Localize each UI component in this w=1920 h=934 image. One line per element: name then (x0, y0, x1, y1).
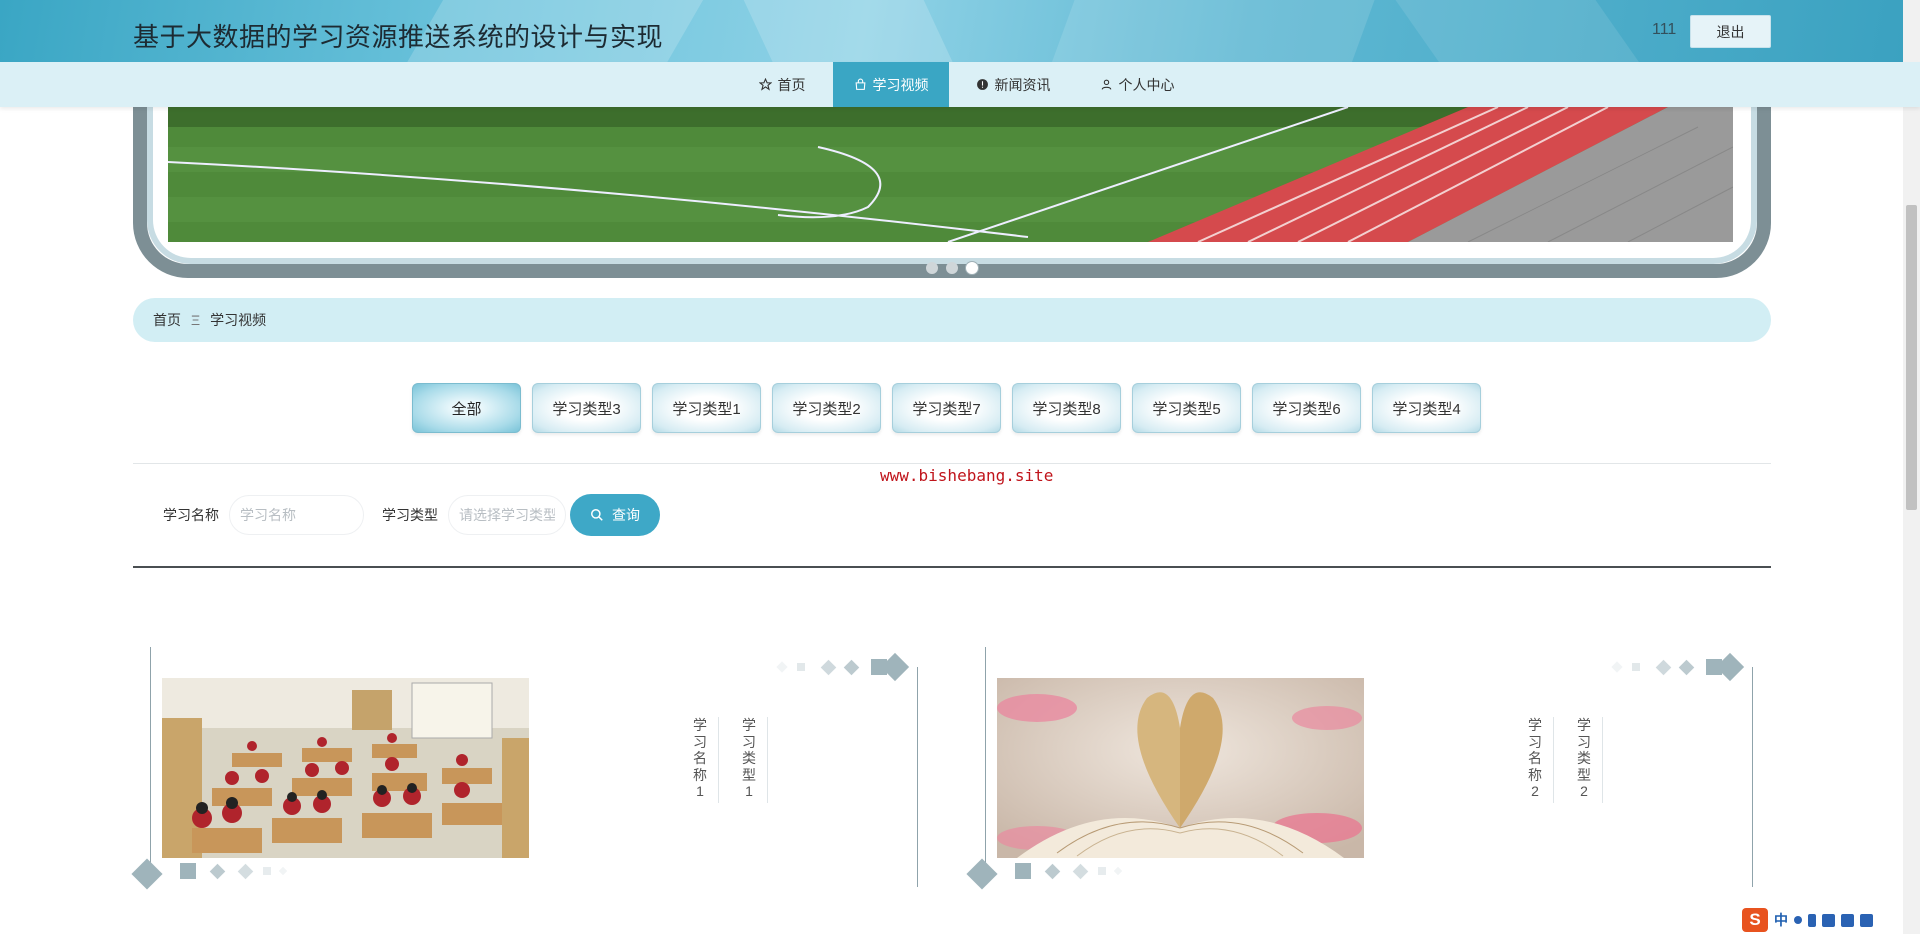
search-icon (591, 509, 603, 521)
category-button[interactable]: 学习类型3 (532, 383, 641, 433)
nav-item-news[interactable]: 新闻资讯 (955, 62, 1071, 107)
query-label: 查询 (612, 507, 640, 523)
nav-label-profile: 个人中心 (1118, 76, 1175, 93)
category-button[interactable]: 学习类型6 (1252, 383, 1361, 433)
card-type: 学习类型1 (742, 717, 756, 799)
category-button[interactable]: 学习类型8 (1012, 383, 1121, 433)
category-button[interactable]: 学习类型4 (1372, 383, 1481, 433)
category-button[interactable]: 学习类型5 (1132, 383, 1241, 433)
toolbox-icon[interactable] (1860, 913, 1873, 927)
carousel-dots (926, 262, 978, 274)
video-card[interactable]: 学习名称2 学习类型2 (966, 647, 1780, 890)
punctuation-icon[interactable] (1794, 916, 1802, 924)
card-title: 学习名称1 (693, 717, 707, 799)
carousel-dot-3[interactable] (966, 262, 978, 274)
category-button[interactable]: 学习类型2 (772, 383, 881, 433)
page-title: 基于大数据的学习资源推送系统的设计与实现 (133, 22, 664, 52)
type-label: 学习类型 (382, 507, 438, 523)
breadcrumb-home[interactable]: 首页 (153, 310, 181, 330)
breadcrumb: 首页 Ξ 学习视频 (133, 298, 1771, 342)
nav-label-study-video: 学习视频 (872, 76, 929, 93)
carousel-slide-image[interactable] (168, 107, 1733, 242)
type-select[interactable] (448, 495, 566, 535)
bag-icon (855, 78, 865, 90)
divider (133, 463, 1771, 464)
microphone-icon[interactable] (1808, 913, 1816, 927)
logout-button[interactable]: 退出 (1690, 15, 1771, 48)
carousel-dot-1[interactable] (926, 262, 938, 274)
open-book-image (997, 678, 1364, 858)
nav-item-profile[interactable]: 个人中心 (1077, 62, 1197, 107)
nav-item-study-video[interactable]: 学习视频 (833, 62, 949, 107)
nav-label-home: 首页 (777, 76, 806, 93)
classroom-image (162, 678, 529, 858)
card-title: 学习名称2 (1528, 717, 1542, 799)
main-nav: 首页 学习视频 新闻资讯 个人中心 (0, 62, 1920, 107)
username-label: 111 (1652, 21, 1677, 38)
video-thumbnail[interactable] (997, 678, 1364, 858)
divider (133, 566, 1771, 568)
scrollbar-thumb[interactable] (1906, 205, 1917, 510)
query-button[interactable]: 查询 (570, 494, 660, 536)
video-card[interactable]: 学习名称1 学习类型1 (131, 647, 945, 890)
skin-icon[interactable] (1841, 913, 1854, 927)
search-bar: 学习名称 学习类型 查询 (163, 494, 660, 536)
ime-mode[interactable]: 中 (1774, 910, 1788, 930)
watermark-text: www.bishebang.site (880, 466, 1054, 485)
breadcrumb-separator: Ξ (191, 312, 201, 328)
category-filter-bar: 全部 学习类型3 学习类型1 学习类型2 学习类型7 学习类型8 学习类型5 学… (412, 383, 1481, 433)
card-type: 学习类型2 (1577, 717, 1591, 799)
keyboard-icon[interactable] (1822, 913, 1835, 927)
category-button[interactable]: 学习类型1 (652, 383, 761, 433)
category-all[interactable]: 全部 (412, 383, 521, 433)
video-thumbnail[interactable] (162, 678, 529, 858)
sogou-logo-icon[interactable]: S (1742, 908, 1768, 932)
category-button[interactable]: 学习类型7 (892, 383, 1001, 433)
name-search-input[interactable] (229, 495, 364, 535)
name-label: 学习名称 (163, 507, 219, 523)
carousel-dot-2[interactable] (946, 262, 958, 274)
ime-toolbar: S 中 (1742, 908, 1873, 932)
nav-label-news: 新闻资讯 (994, 76, 1051, 93)
top-header: 基于大数据的学习资源推送系统的设计与实现 111 退出 (0, 0, 1920, 62)
sports-field-image (168, 107, 1733, 242)
breadcrumb-current: 学习视频 (210, 312, 267, 328)
nav-item-home[interactable]: 首页 (732, 62, 832, 107)
star-icon (758, 78, 772, 91)
info-icon (976, 79, 988, 90)
user-icon (1101, 79, 1111, 90)
